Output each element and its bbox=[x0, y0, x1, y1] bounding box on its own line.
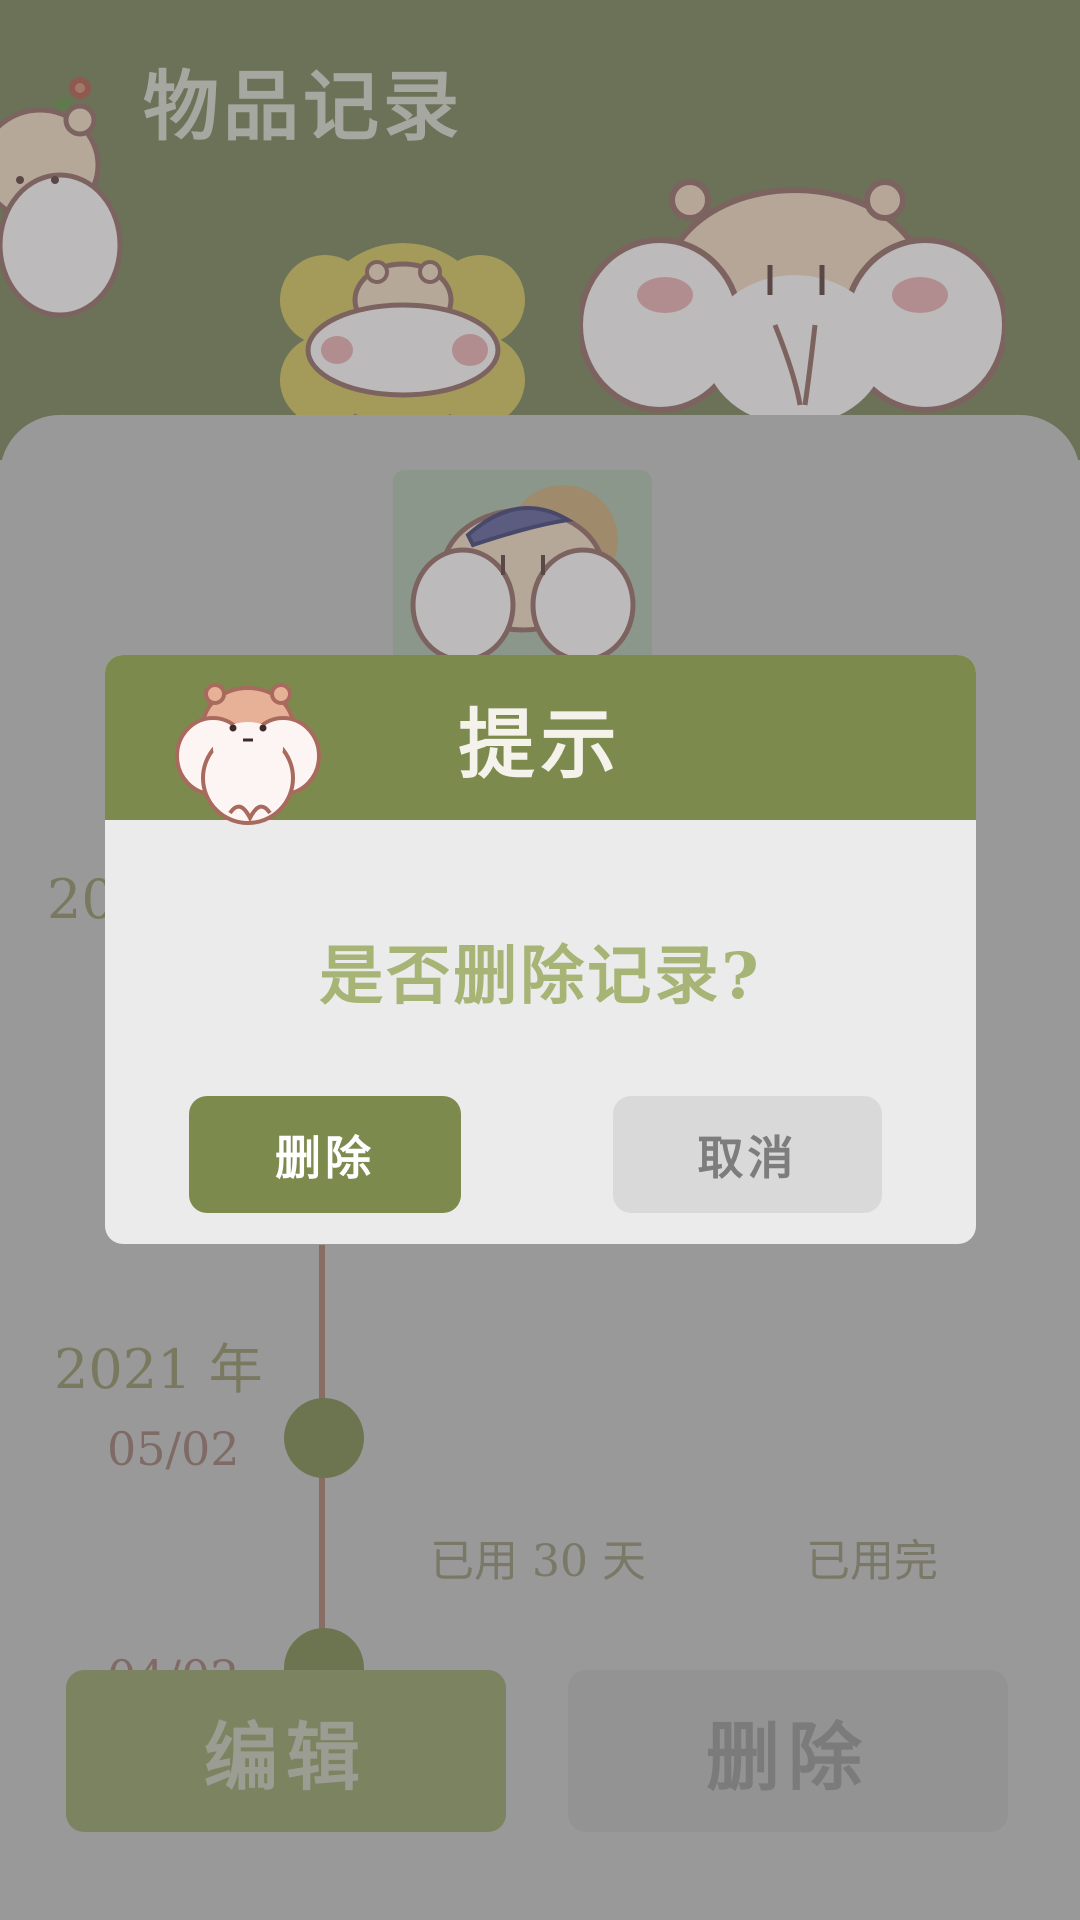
delete-button[interactable]: 删除 bbox=[568, 1670, 1008, 1832]
hamster-icon bbox=[175, 683, 321, 825]
edit-button[interactable]: 编辑 bbox=[66, 1670, 506, 1832]
dialog-message: 是否删除记录? bbox=[319, 939, 762, 1014]
hamster-icon bbox=[580, 179, 1005, 425]
dialog-delete-button[interactable]: 删除 bbox=[189, 1096, 461, 1213]
hamster-icon bbox=[0, 103, 123, 318]
timeline-dot bbox=[284, 1398, 364, 1478]
used-days-label: 已用 30 天 bbox=[430, 1536, 646, 1587]
date-label: 05/02 bbox=[107, 1422, 240, 1476]
date-label: 04/02 bbox=[107, 1650, 240, 1670]
dialog-cancel-button[interactable]: 取消 bbox=[613, 1096, 882, 1213]
header: 物品记录 bbox=[0, 0, 1080, 460]
page-title: 物品记录 bbox=[143, 62, 463, 151]
status-label: 已用完 bbox=[806, 1536, 938, 1587]
hamster-icon bbox=[280, 243, 525, 427]
year-label: 2021 年 bbox=[54, 1338, 263, 1401]
